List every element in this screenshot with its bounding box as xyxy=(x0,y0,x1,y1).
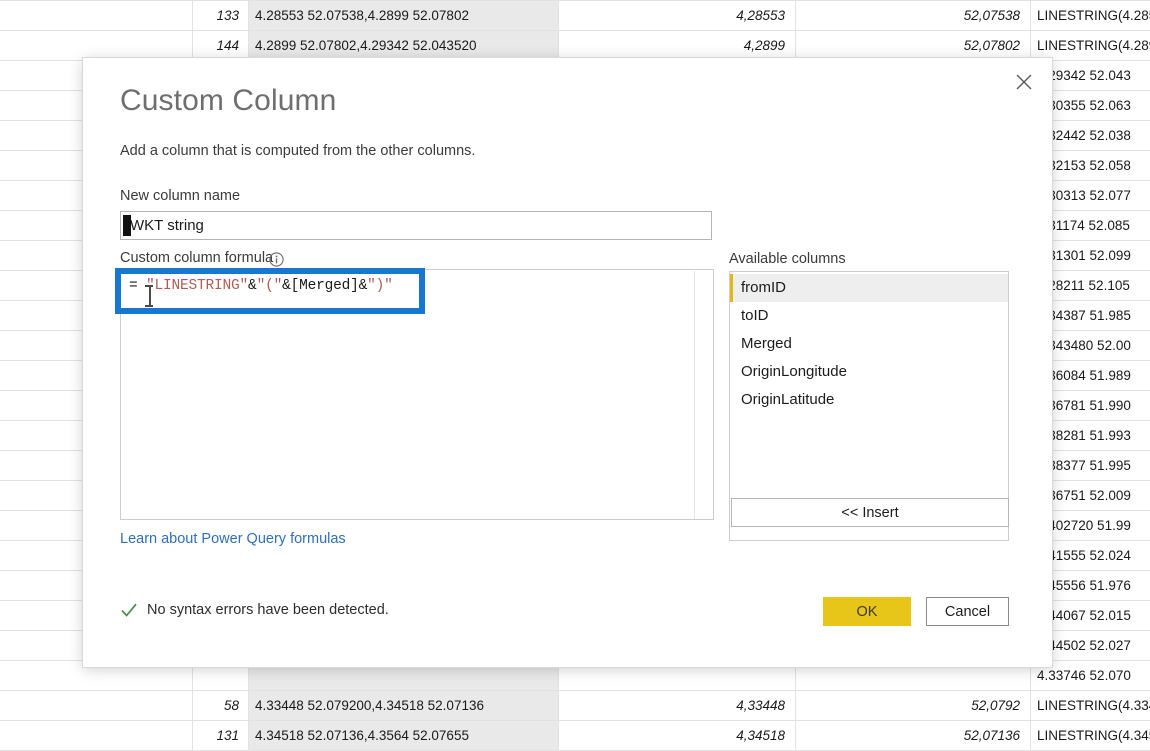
checkmark-icon xyxy=(120,601,138,619)
dialog-title: Custom Column xyxy=(120,84,336,118)
table-cell-lon: 4,28553 xyxy=(559,1,796,31)
new-column-name-label: New column name xyxy=(120,188,240,204)
close-icon[interactable] xyxy=(1004,65,1044,99)
formula-token-string: "LINESTRING" xyxy=(146,278,248,294)
custom-column-formula-label: Custom column formula xyxy=(120,250,273,266)
table-cell-lon: 4,34518 xyxy=(559,721,796,751)
table-cell-lat: 52,07538 xyxy=(796,1,1031,31)
formula-token-plain: & xyxy=(248,278,257,294)
table-cell-merged: 4.33448 52.079200,4.34518 52.07136 xyxy=(249,691,559,721)
table-row: 1444.2899 52.07802,4.29342 52.0435204,28… xyxy=(0,31,1150,61)
table-cell-blank xyxy=(0,721,193,751)
available-column-item-merged[interactable]: Merged xyxy=(730,330,1008,358)
available-column-item-originlongitude[interactable]: OriginLongitude xyxy=(730,358,1008,386)
table-cell-wkt: LINESTRING(4.33448 52.079 xyxy=(1031,691,1150,721)
table-cell-lon: 4,33448 xyxy=(559,691,796,721)
table-cell-wkt: LINESTRING(4.28553 52.075 xyxy=(1031,1,1150,31)
formula-text: = "LINESTRING"&"("&[Merged]&")" xyxy=(129,278,393,294)
table-cell-id: 133 xyxy=(193,1,249,31)
table-cell-merged: 4.34518 52.07136,4.3564 52.07655 xyxy=(249,721,559,751)
available-column-item-fromid[interactable]: fromID xyxy=(730,274,1008,302)
table-cell-wkt: LINESTRING(4.34518 52.07 xyxy=(1031,721,1150,751)
table-row: 584.33448 52.079200,4.34518 52.071364,33… xyxy=(0,691,1150,721)
table-cell-merged: 4.2899 52.07802,4.29342 52.043520 xyxy=(249,31,559,61)
info-icon[interactable] xyxy=(269,252,284,267)
available-columns-label: Available columns xyxy=(729,251,846,267)
table-row: 1314.34518 52.07136,4.3564 52.076554,345… xyxy=(0,721,1150,751)
formula-token-plain: = xyxy=(129,278,146,294)
table-cell-blank xyxy=(0,31,193,61)
formula-token-string: ")" xyxy=(367,278,393,294)
table-row: 1334.28553 52.07538,4.2899 52.078024,285… xyxy=(0,1,1150,31)
table-cell-wkt: LINESTRING(4.2899 52.0780 xyxy=(1031,31,1150,61)
available-column-item-toid[interactable]: toID xyxy=(730,302,1008,330)
table-cell-blank xyxy=(0,691,193,721)
table-cell-id: 144 xyxy=(193,31,249,61)
custom-column-formula-editor[interactable]: = "LINESTRING"&"("&[Merged]&")" xyxy=(120,269,714,520)
table-cell-merged: 4.28553 52.07538,4.2899 52.07802 xyxy=(249,1,559,31)
table-cell-lat: 52,0792 xyxy=(796,691,1031,721)
learn-power-query-formulas-link[interactable]: Learn about Power Query formulas xyxy=(120,531,346,547)
new-column-name-input[interactable] xyxy=(120,211,712,240)
formula-token-plain: &[Merged]& xyxy=(282,278,367,294)
table-cell-lon: 4,2899 xyxy=(559,31,796,61)
table-cell-blank xyxy=(0,1,193,31)
formula-scrollbar[interactable] xyxy=(694,271,712,520)
table-cell-lat: 52,07802 xyxy=(796,31,1031,61)
custom-column-dialog: Custom Column Add a column that is compu… xyxy=(83,58,1052,667)
table-cell-id: 58 xyxy=(193,691,249,721)
table-cell-id: 131 xyxy=(193,721,249,751)
text-caret xyxy=(123,215,131,236)
syntax-status: No syntax errors have been detected. xyxy=(120,601,389,619)
table-cell-lat: 52,07136 xyxy=(796,721,1031,751)
dialog-subtitle: Add a column that is computed from the o… xyxy=(120,143,475,159)
ok-button[interactable]: OK xyxy=(823,597,911,626)
formula-token-string: "(" xyxy=(257,278,283,294)
cancel-button[interactable]: Cancel xyxy=(926,597,1009,626)
insert-button[interactable]: << Insert xyxy=(731,498,1009,527)
available-column-item-originlatitude[interactable]: OriginLatitude xyxy=(730,386,1008,414)
syntax-status-text: No syntax errors have been detected. xyxy=(147,602,389,618)
